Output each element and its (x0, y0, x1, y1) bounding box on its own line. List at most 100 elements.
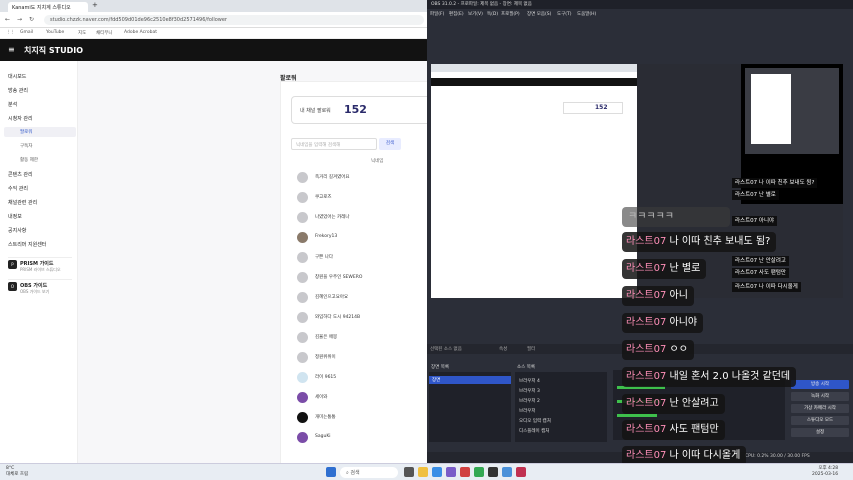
new-tab-icon[interactable]: + (92, 1, 98, 9)
chrome-icon[interactable] (474, 467, 484, 477)
follower-name[interactable]: 김율은 애봉 (315, 334, 337, 340)
sidebar-item-analytics[interactable]: 분석 (8, 101, 17, 108)
sidebar-item-dashboard[interactable]: 대시보드 (8, 73, 26, 80)
sidebar-item-revenue[interactable]: 수익 관리 (8, 185, 28, 192)
obs-icon: O (8, 282, 17, 291)
source-item[interactable]: 브라우저 3 (519, 388, 540, 394)
source-item[interactable]: 브라우저 2 (519, 398, 540, 404)
filters-button[interactable]: 필터 (527, 346, 535, 352)
sidebar-item-channel[interactable]: 채널관련 관리 (8, 199, 37, 206)
app-icon[interactable] (516, 467, 526, 477)
bookmark-chatimuni[interactable]: 채티무니 (96, 30, 113, 36)
follower-name[interactable]: 와입하다 도시 94214B (315, 314, 360, 320)
follower-row: 세이와 (291, 388, 431, 408)
edge-icon[interactable] (432, 467, 442, 477)
address-bar: ← → ↻ studio.chzzk.naver.com/fdd509d01de… (0, 12, 430, 28)
follower-name[interactable]: 족거리 길겨였어요 (315, 174, 350, 180)
studio-sidebar: 대시보드 방송 관리 분석 시청자 관리 팔로워 구독자 활동 제한 콘텐츠 관… (0, 61, 78, 463)
search-button[interactable]: 검색 (379, 138, 401, 150)
menu-edit[interactable]: 편집(E) (449, 11, 464, 17)
avatar (297, 212, 308, 223)
sidebar-item-content[interactable]: 콘텐츠 관리 (8, 171, 33, 178)
card-subtitle: PRISM 라이브 스튜디오 (20, 267, 61, 272)
start-virtual-camera-button[interactable]: 가상 카메라 시작 (791, 404, 849, 413)
follower-name[interactable]: SaguKi (315, 434, 331, 439)
url-input[interactable]: studio.chzzk.naver.com/fdd509d01de96c251… (44, 15, 424, 25)
sidebar-item-subscribers[interactable]: 구독자 (20, 143, 32, 149)
prism-guide-card[interactable]: P PRISM 가이드 PRISM 라이브 스튜디오 (8, 257, 72, 275)
forward-icon[interactable]: → (17, 16, 22, 23)
sidebar-item-myinfo[interactable]: 내정보 (8, 213, 22, 220)
menu-profile[interactable]: 프로필(P) (501, 11, 520, 17)
menu-file[interactable]: 파일(F) (430, 11, 444, 17)
follower-name[interactable]: 창원을 우주인 SEWERO (315, 274, 362, 280)
taskbar-search[interactable]: ⌕ 검색 (340, 467, 398, 478)
menu-scene-collection[interactable]: 장면 모음(S) (527, 11, 551, 17)
menu-view[interactable]: 보기(V) (468, 11, 483, 17)
menu-tools[interactable]: 도구(T) (557, 11, 572, 17)
obs-menubar: 파일(F) 편집(E) 보기(V) 독(D) 프로필(P) 장면 모음(S) 도… (427, 9, 853, 19)
follower-name[interactable]: Frekory13 (315, 234, 337, 239)
source-item[interactable]: 브라우저 (519, 408, 536, 414)
card-subtitle: OBS 가이드 보기 (20, 289, 50, 294)
avatar (297, 352, 308, 363)
bookmark-acrobat[interactable]: Adobe Acrobat (124, 30, 157, 35)
obs-taskbar-icon[interactable] (488, 467, 498, 477)
apps-icon[interactable]: ⋮⋮ (6, 30, 15, 35)
follower-name[interactable]: 정원위위이 (315, 354, 336, 360)
hamburger-icon[interactable]: ≡ (8, 45, 15, 54)
app-icon[interactable] (460, 467, 470, 477)
start-streaming-button[interactable]: 방송 시작 (791, 380, 849, 389)
studio-mode-button[interactable]: 스튜디오 모드 (791, 416, 849, 425)
file-explorer-icon[interactable] (418, 467, 428, 477)
sidebar-item-support[interactable]: 스트리머 지원센터 (8, 241, 46, 248)
store-icon[interactable] (446, 467, 456, 477)
bookmark-maps[interactable]: 지도 (78, 30, 86, 36)
sidebar-item-broadcast[interactable]: 방송 관리 (8, 87, 28, 94)
sidebar-active-highlight (4, 127, 76, 137)
menu-help[interactable]: 도움말(H) (577, 11, 596, 17)
column-nickname: 닉네임 (371, 159, 384, 164)
taskbar-clock[interactable]: 오후 4:28 2025-03-16 (812, 466, 838, 478)
follower-name[interactable]: 개미는통통 (315, 414, 336, 420)
obs-titlebar: OBS 31.0.2 - 프로파일: 제목 없음 - 장면: 제목 없음 (427, 0, 853, 9)
sidebar-item-viewers[interactable]: 시청자 관리 (8, 115, 33, 122)
obs-guide-card[interactable]: O OBS 가이드 OBS 가이드 보기 (8, 279, 72, 297)
preview-chat-line: 라스트07 난 안살려고 (732, 256, 789, 266)
avatar (297, 372, 308, 383)
bookmark-youtube[interactable]: YouTube (46, 30, 64, 35)
follower-row: 구쁜 나다 (291, 248, 431, 268)
follower-name[interactable]: 라이 9615 (315, 374, 336, 380)
start-recording-button[interactable]: 녹화 시작 (791, 392, 849, 401)
menu-docks[interactable]: 독(D) (487, 11, 498, 17)
no-source-label: 선택된 소스 없음 (430, 347, 462, 352)
avatar (297, 272, 308, 283)
follower-row: Frekory13 (291, 228, 431, 248)
follower-row: 라이 9615 (291, 368, 431, 388)
studio-brand[interactable]: 치지직 STUDIO (24, 45, 83, 56)
properties-button[interactable]: 속성 (499, 346, 507, 352)
settings-button[interactable]: 설정 (791, 428, 849, 437)
back-icon[interactable]: ← (5, 16, 10, 23)
chat-message: 난 별로 (669, 263, 701, 274)
weather-widget[interactable]: 8°C 대체로 흐림 (6, 466, 28, 478)
reload-icon[interactable]: ↻ (29, 16, 34, 23)
bookmark-gmail[interactable]: Gmail (20, 30, 33, 35)
follower-name[interactable]: 나였었어는 카레나 (315, 214, 350, 220)
follower-search-input[interactable]: 닉네임을 입력해 검색해 (291, 138, 377, 150)
sidebar-item-restrictions[interactable]: 활동 제한 (20, 157, 38, 163)
source-item[interactable]: 디스플레이 캡처 (519, 428, 549, 434)
browser-tab[interactable]: Kanami도 지치계 스튜디오 (8, 2, 88, 12)
start-icon[interactable] (326, 467, 336, 477)
scene-item[interactable]: 장면 (429, 376, 511, 384)
follower-name[interactable]: 쿠고로즈 (315, 194, 332, 200)
source-item[interactable]: 오디오 입력 캡처 (519, 418, 551, 424)
follower-name[interactable]: 구쁜 나다 (315, 254, 333, 260)
follower-name[interactable]: 세이와 (315, 394, 327, 400)
task-view-icon[interactable] (404, 467, 414, 477)
sidebar-item-followers[interactable]: 팔로워 (20, 129, 32, 135)
app-icon[interactable] (502, 467, 512, 477)
source-item[interactable]: 브라우저 4 (519, 378, 540, 384)
follower-name[interactable]: 김혜인으고요아요 (315, 294, 348, 300)
sidebar-item-notice[interactable]: 공지사항 (8, 227, 26, 234)
